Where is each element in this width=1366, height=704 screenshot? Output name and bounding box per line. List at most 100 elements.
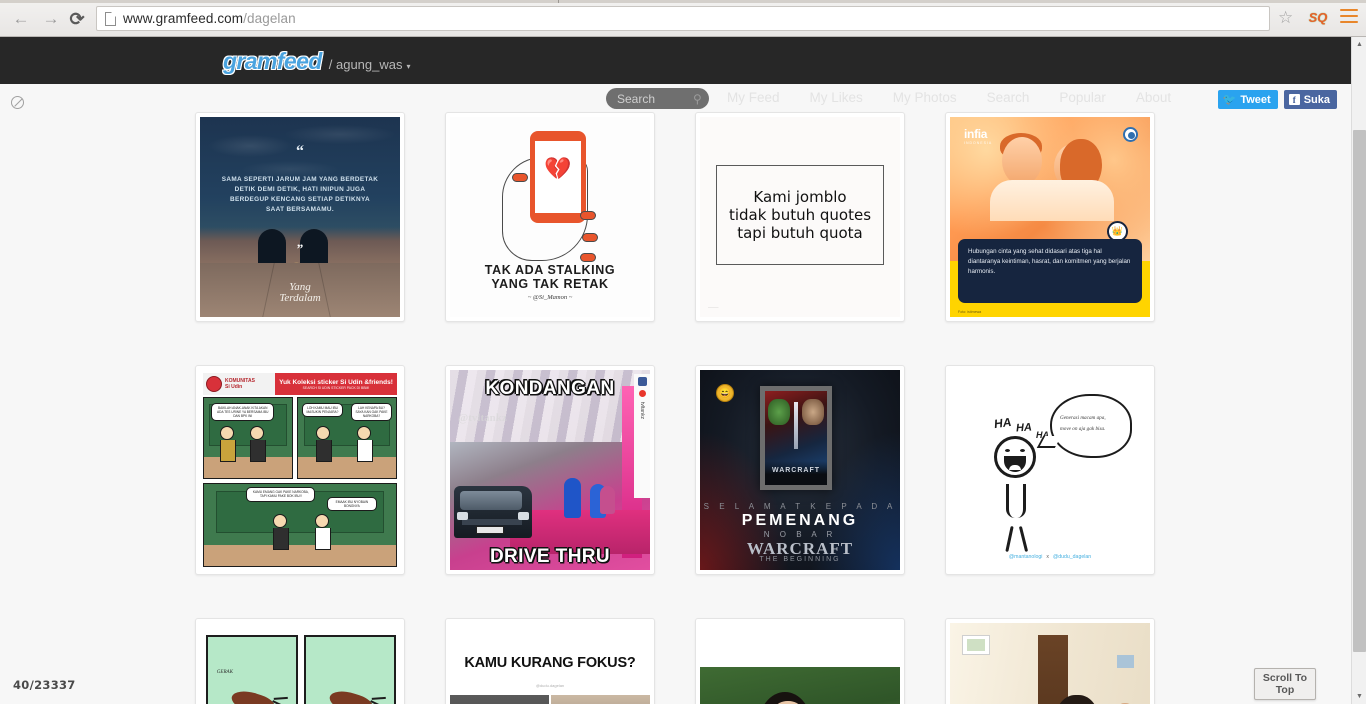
smartphone-shape: 💔 <box>530 131 586 223</box>
blocked-plugin-icon[interactable] <box>11 96 24 109</box>
car-grill <box>462 519 522 525</box>
tweet-button[interactable]: 🐦 Tweet <box>1217 90 1278 109</box>
site-nav: My Feed My Likes My Photos Search Popula… <box>727 90 1171 105</box>
photo-card-hahaha-stickman[interactable]: HA HA HA.. Generasi macam apa, move on a… <box>945 365 1155 575</box>
outdoor-background <box>700 667 900 704</box>
username-label: agung_was <box>335 57 403 72</box>
comic-panel-1: BAIKLAH ANAK-ANAK KITA AKAN ADA TES URIN… <box>203 397 293 479</box>
post-image: infia INDONESIA 👑 Hubungan cinta yang seh… <box>950 117 1150 317</box>
site-search-box[interactable]: ⚲ <box>606 88 709 109</box>
banner-text: Yuk Koleksi sticker Si Udin &friends! SE… <box>275 379 397 390</box>
address-bar[interactable]: www.gramfeed.com/dagelan <box>96 6 1270 31</box>
banner-title: Yuk Koleksi sticker Si Udin &friends! <box>279 378 393 386</box>
browser-chrome: ← → ⟳ www.gramfeed.com/dagelan ☆ SQ <box>0 0 1366 37</box>
quote-line-3: tapi butuh quota <box>737 224 863 243</box>
infia-logo-sub: INDONESIA <box>964 141 993 145</box>
page-viewport: gramfeed / agung_was ▾ ⚲ My Feed My Like… <box>0 37 1351 704</box>
facebook-like-button[interactable]: f Suka <box>1283 90 1337 109</box>
photo-left <box>450 695 549 704</box>
congrats-line: S E L A M A T K E P A D A <box>703 502 897 511</box>
photo-grid-row: “ SAMA SEPERTI JARUM JAM YANG BERDETAK D… <box>0 112 1351 365</box>
photo-card-kamu-kurang-fokus[interactable]: KAMU KURANG FOKUS? @dudu.dagelan <box>445 618 655 704</box>
watermark: ——— <box>708 305 719 309</box>
photo-card-kondangan[interactable]: @tvltankz KONDANGAN DRIVE THRU tvltankz <box>445 365 655 575</box>
speech-bubble: Generasi macam apa, move on aja gak bisa… <box>1036 394 1132 458</box>
chevron-down-icon[interactable]: ▾ <box>406 62 410 71</box>
tab-edge <box>558 0 559 3</box>
bubble-line-2: move on aja gak bisa. <box>1060 425 1106 432</box>
twitter-bird-icon: 🐦 <box>1222 94 1237 106</box>
site-header: gramfeed / agung_was ▾ ⚲ My Feed My Like… <box>0 37 1351 109</box>
caption-line-2: YANG TAK RETAK <box>491 277 609 291</box>
photo-card-warcraft-winner[interactable]: 😄 WARCRAFT S E L A M A T K E P A D A PEM… <box>695 365 905 575</box>
photo-card-girl-drinking[interactable] <box>945 618 1155 704</box>
photo-card-infia-couple[interactable]: infia INDONESIA 👑 Hubungan cinta yang seh… <box>945 112 1155 322</box>
quote-line-1: Kami jomblo <box>753 187 847 206</box>
dagelan-badge-icon: 😄 <box>716 384 734 402</box>
reload-icon[interactable]: ⟳ <box>64 6 90 32</box>
quote-close-mark: ” <box>296 241 304 256</box>
photo-right <box>551 695 650 704</box>
post-image: “ SAMA SEPERTI JARUM JAM YANG BERDETAK D… <box>200 117 400 317</box>
photo-card-cockroach-comic[interactable]: GERAK GERAK <box>195 618 405 704</box>
quote-line: BERDEGUP KENCANG SETIAP DETIKNYA <box>230 195 370 203</box>
forward-icon[interactable]: → <box>38 6 64 32</box>
bubble-line-1: Generasi macam apa, <box>1060 415 1106 421</box>
bookmark-star-icon[interactable]: ☆ <box>1278 8 1293 28</box>
photo-credit: Foto: istimewa <box>958 310 982 314</box>
post-image <box>700 623 900 704</box>
scroll-to-top-button[interactable]: Scroll To Top <box>1254 668 1316 700</box>
instagram-icon <box>637 377 647 386</box>
fingernail <box>582 233 598 242</box>
meme-top-text: KONDANGAN <box>485 378 615 399</box>
photo-card-kami-jomblo[interactable]: Kami jomblo tidak butuh quotes tapi butu… <box>695 112 905 322</box>
search-icon[interactable]: ⚲ <box>693 92 702 106</box>
quote-line-2: tidak butuh quotes <box>728 205 872 224</box>
comic-panel-2 <box>304 635 396 704</box>
speech-bubble: LOH KAMU MAU IBU MASUKIN PENJARA? <box>301 402 344 418</box>
car-license-plate <box>476 526 504 534</box>
post-image: 💔 TAK ADA STALKING YANG TAK RETAK ~ @Si_… <box>450 117 650 317</box>
fingernail <box>580 211 596 220</box>
floor <box>298 457 396 478</box>
scrollbar-thumb[interactable] <box>1353 130 1366 652</box>
search-input[interactable] <box>615 90 693 107</box>
scroll-to-top-label: Scroll To Top <box>1263 672 1307 696</box>
back-icon[interactable]: ← <box>8 6 34 32</box>
cockroach-shape <box>326 686 375 704</box>
photo-card-girl-coffee[interactable] <box>695 618 905 704</box>
nav-item-about[interactable]: About <box>1136 90 1171 105</box>
photo-card-night-quote[interactable]: “ SAMA SEPERTI JARUM JAM YANG BERDETAK D… <box>195 112 405 322</box>
meme-bottom-text: DRIVE THRU <box>489 546 611 567</box>
signature: Yang Terdalam <box>200 281 400 305</box>
fingernail <box>512 173 528 182</box>
floor <box>204 544 396 566</box>
photo-card-si-udin-comic[interactable]: KOMUNITAS Si Udin Yuk Koleksi sticker Si… <box>195 365 405 575</box>
scrollbar-down-arrow-icon[interactable]: ▼ <box>1352 689 1366 704</box>
nav-item-my-photos[interactable]: My Photos <box>893 90 957 105</box>
photo-card-stalking-phone[interactable]: 💔 TAK ADA STALKING YANG TAK RETAK ~ @Si_… <box>445 112 655 322</box>
winner-label: PEMENANG <box>741 512 859 529</box>
comic-brand-name: KOMUNITAS Si Udin <box>225 378 255 390</box>
brand[interactable]: gramfeed / agung_was ▾ <box>223 48 411 75</box>
credit-separator: x <box>1046 554 1049 560</box>
guest-person <box>600 486 615 514</box>
nav-item-popular[interactable]: Popular <box>1059 90 1106 105</box>
nav-item-my-likes[interactable]: My Likes <box>810 90 863 105</box>
car-window <box>460 491 522 510</box>
scrollbar-up-arrow-icon[interactable]: ▲ <box>1352 37 1366 52</box>
stickman-leg <box>1018 526 1029 552</box>
nav-item-my-feed[interactable]: My Feed <box>727 90 780 105</box>
quote-line: SAMA SEPERTI JARUM JAM YANG BERDETAK <box>221 176 379 183</box>
extension-icon[interactable]: SQ <box>1308 8 1328 28</box>
wall-frame <box>962 635 990 655</box>
nav-item-search[interactable]: Search <box>987 90 1030 105</box>
stickman-eye <box>1019 449 1025 453</box>
breadcrumb-user[interactable]: / agung_was <box>329 57 403 72</box>
gramfeed-logo[interactable]: gramfeed <box>223 48 322 75</box>
hamburger-menu-icon[interactable] <box>1340 9 1358 23</box>
infia-logo-text: infia <box>964 127 988 141</box>
stickman-body <box>1006 484 1026 518</box>
broken-heart-icon: 💔 <box>544 155 572 181</box>
page-scrollbar[interactable]: ▲ ▼ <box>1351 37 1366 704</box>
